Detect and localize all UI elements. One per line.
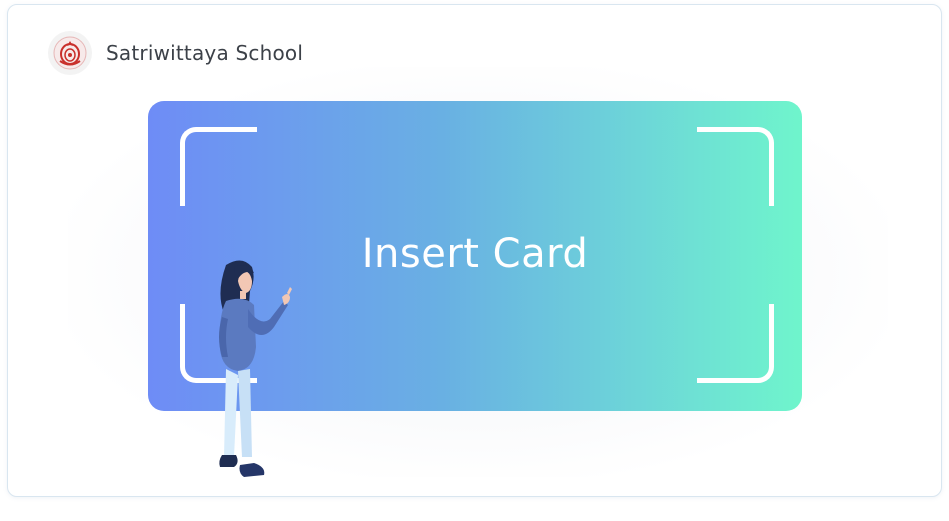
app-window: Satriwittaya School Insert Card [7, 4, 942, 497]
scan-corner-top-left [180, 127, 257, 206]
scan-corner-top-right [697, 127, 774, 206]
school-crest-icon [48, 31, 92, 75]
woman-pointing-illustration [204, 257, 304, 487]
scan-corner-bottom-right [697, 304, 774, 383]
school-name: Satriwittaya School [106, 41, 304, 65]
